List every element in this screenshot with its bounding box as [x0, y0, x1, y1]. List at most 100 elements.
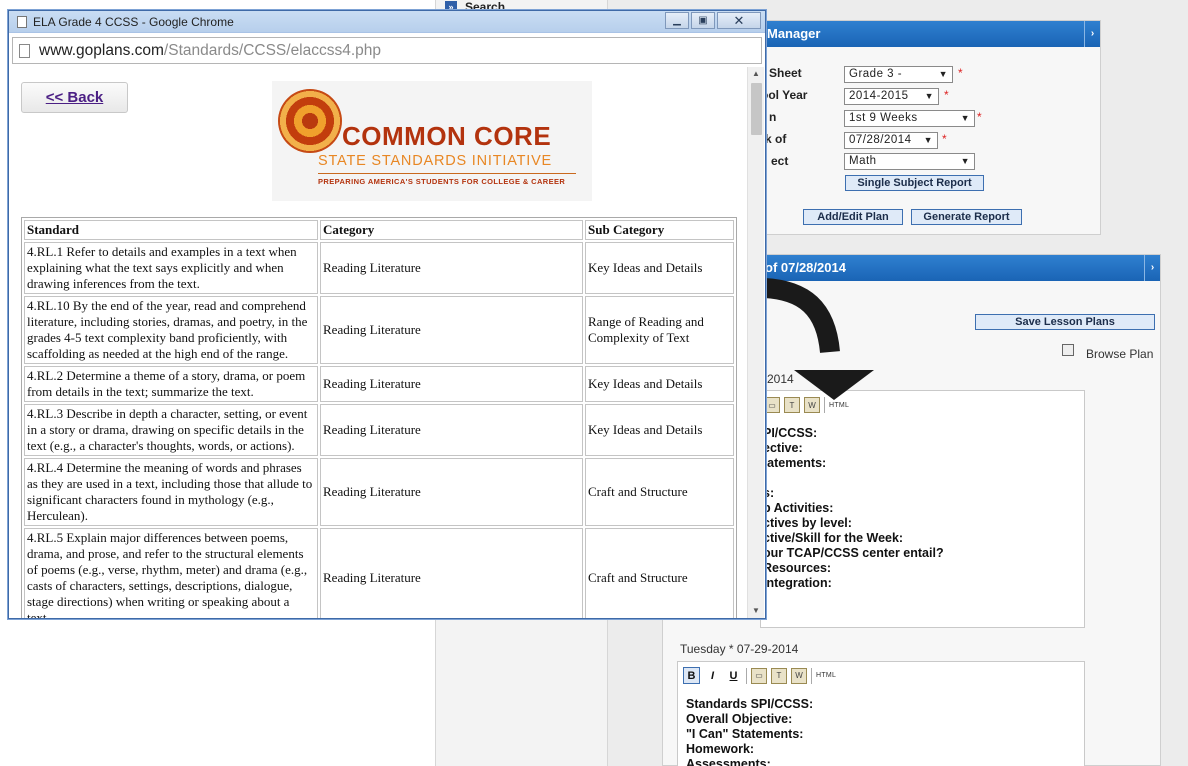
minimize-icon[interactable]: ▁: [665, 12, 689, 29]
common-core-logo: COMMON CORE STATE STANDARDS INITIATIVE P…: [272, 81, 592, 201]
paste-word-icon[interactable]: W: [791, 667, 807, 684]
required-marker: *: [977, 110, 982, 124]
tuesday-date-label: Tuesday * 07-29-2014: [680, 642, 799, 656]
tuesday-editor-content: Standards SPI/CCSS: Overall Objective: "…: [686, 697, 813, 766]
url-host: www.goplans.com: [39, 41, 164, 59]
category-cell: Reading Literature: [320, 296, 583, 364]
column-header-standard: Standard: [24, 220, 318, 240]
line: Resources:: [763, 561, 832, 575]
required-marker: *: [958, 66, 963, 80]
subcategory-cell: Craft and Structure: [585, 458, 734, 526]
add-edit-plan-button[interactable]: Add/Edit Plan: [803, 209, 903, 225]
standard-cell: 4.RL.5 Explain major differences between…: [24, 528, 318, 618]
manager-panel-header: Manager ›: [741, 21, 1100, 47]
subject-select[interactable]: Math ▼: [844, 153, 975, 170]
back-button[interactable]: << Back: [21, 82, 128, 113]
line: p Activities:: [763, 501, 834, 515]
underline-button[interactable]: U: [725, 667, 742, 684]
scroll-down-icon[interactable]: ▼: [748, 604, 764, 618]
line: PI/CCSS:: [763, 426, 818, 440]
school-year-value: 2014-2015: [849, 90, 909, 102]
label-period: n: [769, 110, 777, 124]
table-row: 4.RL.1 Refer to details and examples in …: [24, 242, 734, 294]
chevron-down-icon: ▼: [960, 156, 970, 166]
line: s:: [763, 486, 775, 500]
print-icon[interactable]: [1062, 344, 1074, 356]
standard-cell: 4.RL.3 Describe in depth a character, se…: [24, 404, 318, 456]
chevron-down-icon: ▼: [923, 135, 933, 145]
window-title: ELA Grade 4 CCSS - Google Chrome: [33, 14, 234, 29]
label-week-of: k of: [765, 132, 787, 146]
lesson-plans-title: of 07/28/2014: [765, 260, 846, 275]
category-cell: Reading Literature: [320, 366, 583, 402]
vertical-scrollbar[interactable]: ▲ ▼: [747, 67, 764, 618]
line: Integration:: [763, 576, 832, 590]
table-header-row: Standard Category Sub Category: [24, 220, 734, 240]
week-of-input[interactable]: 07/28/2014 ▼: [844, 132, 938, 149]
window-controls: ▁ ▣ ✕: [663, 12, 761, 29]
line: Standards SPI/CCSS:: [686, 697, 814, 711]
chevron-down-icon: ▼: [938, 69, 948, 79]
subject-value: Math: [849, 155, 877, 167]
line: tatements:: [763, 456, 827, 470]
label-sheet: Sheet: [769, 66, 802, 80]
line: [763, 471, 944, 486]
collapse-icon[interactable]: ›: [1144, 255, 1160, 281]
subcategory-cell: Key Ideas and Details: [585, 366, 734, 402]
table-row: 4.RL.5 Explain major differences between…: [24, 528, 734, 618]
subcategory-cell: Key Ideas and Details: [585, 404, 734, 456]
grade-select[interactable]: Grade 3 - ▼: [844, 66, 953, 83]
popup-content: << Back COMMON CORE STATE STANDARDS INIT…: [10, 67, 764, 618]
logo-title: COMMON CORE: [342, 121, 552, 151]
close-icon[interactable]: ✕: [717, 12, 761, 29]
window-titlebar[interactable]: ELA Grade 4 CCSS - Google Chrome ▁ ▣ ✕: [9, 11, 765, 33]
browse-plan-link[interactable]: Browse Plan: [1086, 347, 1153, 361]
common-core-emblem: [278, 89, 342, 153]
italic-button[interactable]: I: [704, 667, 721, 684]
html-button[interactable]: HTML: [816, 672, 836, 679]
standard-cell: 4.RL.2 Determine a theme of a story, dra…: [24, 366, 318, 402]
table-row: 4.RL.2 Determine a theme of a story, dra…: [24, 366, 734, 402]
save-lesson-plans-button[interactable]: Save Lesson Plans: [975, 314, 1155, 330]
maximize-icon[interactable]: ▣: [691, 12, 715, 29]
column-header-subcategory: Sub Category: [585, 220, 734, 240]
category-cell: Reading Literature: [320, 528, 583, 618]
generate-report-button[interactable]: Generate Report: [911, 209, 1022, 225]
required-marker: *: [944, 88, 949, 102]
period-select[interactable]: 1st 9 Weeks ▼: [844, 110, 975, 127]
copy-icon[interactable]: ▭: [751, 667, 767, 684]
label-school-year: ool Year: [761, 88, 808, 102]
logo-divider: [318, 173, 576, 174]
bold-button[interactable]: B: [683, 667, 700, 684]
standard-cell: 4.RL.10 By the end of the year, read and…: [24, 296, 318, 364]
table-row: 4.RL.4 Determine the meaning of words an…: [24, 458, 734, 526]
toolbar-divider: [746, 667, 747, 684]
screen: » Search Manager › Sheet ool Year n k of…: [0, 0, 1188, 766]
label-subject: ect: [771, 154, 789, 168]
scrollbar-thumb[interactable]: [751, 83, 762, 135]
paste-text-icon[interactable]: T: [771, 667, 787, 684]
single-subject-report-button[interactable]: Single Subject Report: [845, 175, 984, 191]
popup-window: ELA Grade 4 CCSS - Google Chrome ▁ ▣ ✕ w…: [8, 10, 766, 619]
line: ctives by level:: [763, 516, 852, 530]
toolbar-divider: [811, 667, 812, 684]
category-cell: Reading Literature: [320, 404, 583, 456]
logo-subtitle: STATE STANDARDS INITIATIVE: [318, 153, 553, 169]
grade-value: Grade 3 -: [849, 68, 903, 80]
collapse-icon[interactable]: ›: [1084, 21, 1100, 47]
standard-cell: 4.RL.4 Determine the meaning of words an…: [24, 458, 318, 526]
subcategory-cell: Key Ideas and Details: [585, 242, 734, 294]
curved-arrow-annotation: [764, 278, 874, 400]
scroll-up-icon[interactable]: ▲: [748, 67, 764, 81]
line: "I Can" Statements:: [686, 727, 804, 741]
column-header-category: Category: [320, 220, 583, 240]
tuesday-toolbar: B I U ▭ T W HTML: [683, 667, 836, 684]
monday-editor-content: PI/CCSS: ective: tatements: s: p Activit…: [763, 426, 944, 591]
category-cell: Reading Literature: [320, 458, 583, 526]
manager-panel-title: Manager: [767, 26, 821, 41]
page-icon: [17, 15, 27, 28]
category-cell: Reading Literature: [320, 242, 583, 294]
line: Overall Objective:: [686, 712, 793, 726]
school-year-select[interactable]: 2014-2015 ▼: [844, 88, 939, 105]
address-bar[interactable]: www.goplans.com/Standards/CCSS/elaccss4.…: [12, 37, 762, 64]
